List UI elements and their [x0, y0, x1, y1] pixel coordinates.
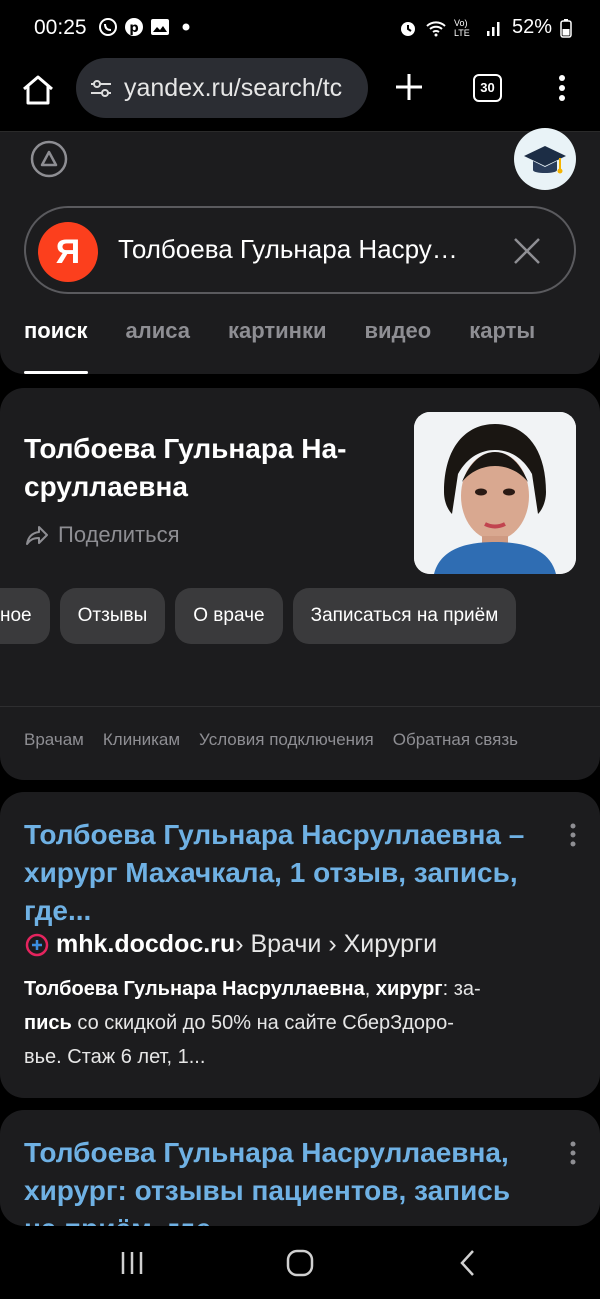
tab-search[interactable]: поиск [24, 318, 88, 374]
entity-title-line2: сруллаевна [24, 471, 188, 502]
result-source[interactable]: mhk.docdoc.ru › Врачи › Хирурги [24, 930, 437, 959]
user-avatar[interactable] [514, 128, 576, 190]
result-title-line: где... [24, 895, 92, 926]
snippet-text: со скидкой до 50% на сайте СберЗдоро- [71, 1012, 454, 1034]
search-result: Толбоева Гульнара Насруллаевна, хирург: … [0, 1110, 600, 1226]
new-tab-icon[interactable] [392, 70, 426, 104]
footer-link-feedback[interactable]: Обратная связь [393, 730, 518, 750]
yandex-logo[interactable]: Я [38, 222, 98, 282]
system-nav-bar [0, 1226, 600, 1299]
snippet-highlight: хирург [375, 978, 443, 1000]
entity-card: Толбоева Гульнара На- сруллаевна Поделит… [0, 388, 600, 780]
tab-maps[interactable]: карты [469, 318, 535, 374]
snippet-text: : за- [442, 978, 481, 1000]
gallery-icon [151, 19, 169, 35]
tab-images[interactable]: картинки [228, 318, 327, 374]
home-icon[interactable] [20, 72, 56, 108]
footer-link-doctors[interactable]: Врачам [24, 730, 84, 750]
alice-assistant-icon[interactable] [30, 140, 68, 178]
status-bar: 00:25 p Vo) LTE 52% [0, 0, 600, 58]
search-header: Я Толбоева Гульнара Насру… поиск алиса к… [0, 128, 600, 374]
pinterest-icon: p [125, 18, 143, 36]
snippet-highlight: Толбоева Гульнара Насруллаевна [24, 978, 365, 1000]
divider [0, 706, 600, 707]
result-title-link[interactable]: Толбоева Гульнара Насруллаевна, хирург: … [24, 1134, 558, 1226]
footer-link-terms[interactable]: Условия подключения [199, 730, 374, 750]
footer-link-clinics[interactable]: Клиникам [103, 730, 180, 750]
battery-percent: 52% [511, 16, 552, 38]
site-settings-icon[interactable] [88, 75, 114, 101]
signal-icon [486, 21, 500, 36]
snippet-text: вье. Стаж 6 лет, 1... [24, 1046, 206, 1068]
back-icon[interactable] [454, 1248, 484, 1278]
wifi-icon [426, 20, 446, 36]
recent-apps-icon[interactable] [117, 1248, 147, 1278]
result-title-line: на приём, где... [24, 1213, 235, 1226]
result-path: › Врачи › Хирурги [235, 930, 438, 958]
search-result: Толбоева Гульнара Насруллаевна – хирург … [0, 792, 600, 1098]
whatsapp-icon [99, 18, 117, 36]
docdoc-favicon-icon [25, 933, 49, 956]
url-text[interactable]: yandex.ru/search/tc [124, 74, 356, 103]
entity-footer-links: Врачам Клиникам Условия подключения Обра… [24, 730, 518, 750]
status-right: Vo) LTE 52% [398, 16, 572, 39]
browser-toolbar: yandex.ru/search/tc 30 [0, 58, 600, 132]
result-domain: mhk.docdoc.ru [56, 930, 236, 958]
clear-icon[interactable] [510, 234, 544, 268]
more-menu-icon[interactable] [552, 72, 572, 104]
share-icon [26, 526, 48, 545]
result-title-line: Толбоева Гульнара Насруллаевна – [24, 819, 525, 850]
tab-video[interactable]: видео [365, 318, 432, 374]
result-more-icon[interactable] [568, 822, 578, 848]
network-type: Vo) LTE [453, 17, 470, 38]
result-snippet: Толбоева Гульнара Насруллаевна, хирург: … [24, 972, 569, 1074]
entity-chips: ное Отзывы О враче Записаться на приём [0, 588, 517, 644]
share-button[interactable]: Поделиться [24, 522, 179, 548]
chip-reviews[interactable]: Отзывы [59, 588, 166, 644]
home-nav-icon[interactable] [285, 1248, 315, 1278]
tab-alice[interactable]: алиса [126, 318, 190, 374]
chip-book-appointment[interactable]: Записаться на приём [292, 588, 517, 644]
battery-icon [560, 18, 572, 38]
svg-text:p: p [129, 21, 138, 36]
snippet-text: , [364, 978, 376, 1000]
entity-title[interactable]: Толбоева Гульнара На- сруллаевна [24, 430, 384, 506]
status-notification-icons: p [98, 17, 196, 37]
tab-switcher-button[interactable]: 30 [473, 74, 502, 102]
result-title-line: хирург Махачкала, 1 отзыв, запись, [24, 857, 518, 888]
result-title-link[interactable]: Толбоева Гульнара Насруллаевна – хирург … [24, 816, 558, 930]
search-box[interactable]: Я Толбоева Гульнара Насру… [24, 206, 576, 294]
alarm-icon [400, 21, 415, 36]
result-title-line: хирург: отзывы пациентов, запись [24, 1175, 511, 1206]
dot-icon [182, 23, 190, 31]
share-label: Поделиться [58, 522, 180, 547]
snippet-highlight: пись [24, 1012, 72, 1034]
chip-partial[interactable]: ное [0, 588, 50, 644]
portrait-image [414, 412, 576, 574]
status-time: 00:25 [34, 16, 87, 39]
chip-about-doctor[interactable]: О враче [175, 588, 283, 644]
result-title-line: Толбоева Гульнара Насруллаевна, [24, 1137, 509, 1168]
entity-title-line1: Толбоева Гульнара На- [24, 433, 347, 464]
search-input[interactable]: Толбоева Гульнара Насру… [118, 234, 488, 265]
address-bar[interactable]: yandex.ru/search/tc [76, 58, 368, 118]
result-more-icon[interactable] [568, 1140, 578, 1166]
graduation-cap-icon [524, 146, 566, 174]
doctor-photo[interactable] [414, 412, 576, 574]
search-tabs: поиск алиса картинки видео карты [24, 318, 573, 374]
